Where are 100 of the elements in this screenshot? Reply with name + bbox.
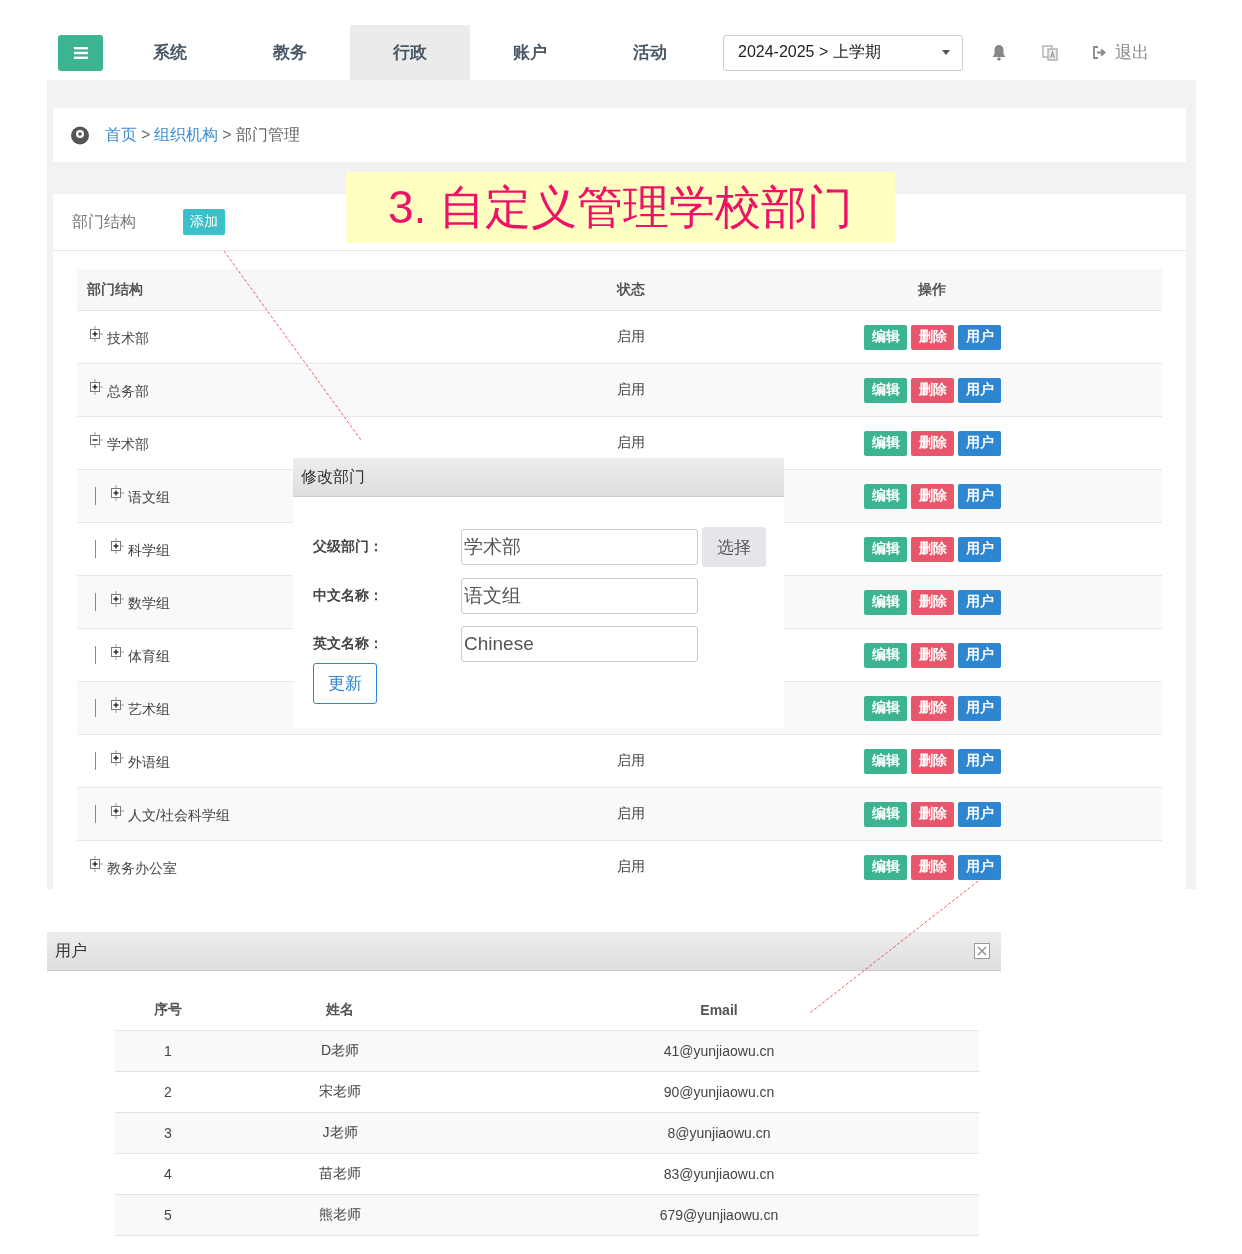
tree-toggle-icon[interactable] xyxy=(87,432,103,448)
department-name: 体育组 xyxy=(128,648,170,666)
delete-button[interactable]: 删除 xyxy=(911,801,954,827)
column-header: 操作 xyxy=(917,280,947,299)
users-button[interactable]: 用户 xyxy=(958,854,1001,880)
tree-toggle-icon[interactable] xyxy=(108,750,124,766)
table-cell-text: 90@yunjiaowu.cn xyxy=(662,1084,776,1100)
column-header: 姓名 xyxy=(325,1001,355,1019)
tree-guide-line xyxy=(95,487,96,505)
tree-toggle-icon[interactable] xyxy=(108,697,124,713)
users-button[interactable]: 用户 xyxy=(958,483,1001,509)
table-cell-text: 4 xyxy=(163,1166,173,1182)
column-header: 部门结构 xyxy=(86,280,144,299)
department-name: 教务办公室 xyxy=(107,860,177,878)
nav-tab[interactable]: 教务 xyxy=(230,25,350,80)
table-cell-text: 8@yunjiaowu.cn xyxy=(666,1125,772,1141)
tree-guide-line xyxy=(95,646,96,664)
tree-toggle-icon[interactable] xyxy=(108,803,124,819)
delete-button[interactable]: 删除 xyxy=(911,642,954,668)
add-button[interactable]: 添加 xyxy=(183,209,225,235)
menu-icon xyxy=(73,46,88,59)
status-text: 启用 xyxy=(617,434,645,450)
field-label: 中文名称： xyxy=(313,587,384,605)
table-cell-text: 41@yunjiaowu.cn xyxy=(662,1043,776,1059)
table-cell-text: D老师 xyxy=(319,1042,361,1060)
edit-button[interactable]: 编辑 xyxy=(864,324,907,350)
users-button[interactable]: 用户 xyxy=(958,430,1001,456)
tree-guide-line xyxy=(95,805,96,823)
edit-button[interactable]: 编辑 xyxy=(864,695,907,721)
department-name: 总务部 xyxy=(107,383,149,401)
delete-button[interactable]: 删除 xyxy=(911,483,954,509)
edit-button[interactable]: 编辑 xyxy=(864,536,907,562)
bell-icon[interactable] xyxy=(991,44,1007,61)
text-field[interactable]: 语文组 xyxy=(461,578,698,614)
delete-button[interactable]: 删除 xyxy=(911,536,954,562)
edit-button[interactable]: 编辑 xyxy=(864,430,907,456)
tree-toggle-icon[interactable] xyxy=(108,644,124,660)
users-button[interactable]: 用户 xyxy=(958,801,1001,827)
status-text: 启用 xyxy=(617,858,645,874)
status-text: 启用 xyxy=(617,328,645,344)
tree-guide-line xyxy=(95,593,96,611)
callout-note: 3. 自定义管理学校部门 xyxy=(346,172,895,243)
breadcrumb-link[interactable]: 组织机构 xyxy=(154,124,219,146)
delete-button[interactable]: 删除 xyxy=(911,748,954,774)
menu-button[interactable] xyxy=(58,34,103,71)
table-cell-text: 5 xyxy=(163,1207,173,1223)
status-text: 启用 xyxy=(617,381,645,397)
department-name: 外语组 xyxy=(128,754,170,772)
tree-toggle-icon[interactable] xyxy=(87,326,103,342)
close-icon[interactable] xyxy=(974,943,990,959)
edit-button[interactable]: 编辑 xyxy=(864,748,907,774)
edit-button[interactable]: 编辑 xyxy=(864,801,907,827)
delete-button[interactable]: 删除 xyxy=(911,854,954,880)
users-button[interactable]: 用户 xyxy=(958,748,1001,774)
table-cell-text: 2 xyxy=(163,1084,173,1100)
column-header: 序号 xyxy=(153,1001,183,1019)
field-label: 英文名称： xyxy=(313,635,384,653)
tree-toggle-icon[interactable] xyxy=(108,538,124,554)
delete-button[interactable]: 删除 xyxy=(911,589,954,615)
field-label: 父级部门： xyxy=(313,538,384,556)
tree-toggle-icon[interactable] xyxy=(87,856,103,872)
users-button[interactable]: 用户 xyxy=(958,377,1001,403)
delete-button[interactable]: 删除 xyxy=(911,324,954,350)
users-button[interactable]: 用户 xyxy=(958,536,1001,562)
department-name: 技术部 xyxy=(107,330,149,348)
department-name: 语文组 xyxy=(128,489,170,507)
tree-toggle-icon[interactable] xyxy=(108,485,124,501)
nav-tab[interactable]: 行政 xyxy=(350,25,470,80)
users-button[interactable]: 用户 xyxy=(958,324,1001,350)
department-name: 人文/社会科学组 xyxy=(128,807,230,825)
logout-link[interactable]: 退出 xyxy=(1092,41,1149,64)
users-button[interactable]: 用户 xyxy=(958,589,1001,615)
nav-tab[interactable]: 活动 xyxy=(590,25,710,80)
users-button[interactable]: 用户 xyxy=(958,642,1001,668)
edit-button[interactable]: 编辑 xyxy=(864,377,907,403)
tree-toggle-icon[interactable] xyxy=(108,591,124,607)
text-field[interactable]: Chinese xyxy=(461,626,698,662)
term-select[interactable]: 2024-2025 > 上学期 xyxy=(723,34,963,71)
text-field[interactable]: 学术部 xyxy=(461,529,698,565)
breadcrumb-link[interactable]: 首页 xyxy=(105,124,137,146)
edit-button[interactable]: 编辑 xyxy=(864,642,907,668)
nav-tab[interactable]: 系统 xyxy=(110,25,230,80)
update-button[interactable]: 更新 xyxy=(313,663,377,704)
translate-icon[interactable] xyxy=(1042,44,1058,61)
department-name: 艺术组 xyxy=(128,701,170,719)
delete-button[interactable]: 删除 xyxy=(911,377,954,403)
delete-button[interactable]: 删除 xyxy=(911,695,954,721)
tree-toggle-icon[interactable] xyxy=(87,379,103,395)
delete-button[interactable]: 删除 xyxy=(911,430,954,456)
logout-icon xyxy=(1092,46,1107,59)
edit-button[interactable]: 编辑 xyxy=(864,483,907,509)
table-cell-text: 679@yunjiaowu.cn xyxy=(658,1207,780,1223)
edit-button[interactable]: 编辑 xyxy=(864,854,907,880)
status-text: 启用 xyxy=(617,752,645,768)
department-name: 学术部 xyxy=(107,436,149,454)
edit-button[interactable]: 编辑 xyxy=(864,589,907,615)
nav-tab[interactable]: 账户 xyxy=(470,25,590,80)
users-button[interactable]: 用户 xyxy=(958,695,1001,721)
department-name: 科学组 xyxy=(128,542,170,560)
select-button[interactable]: 选择 xyxy=(702,527,766,567)
